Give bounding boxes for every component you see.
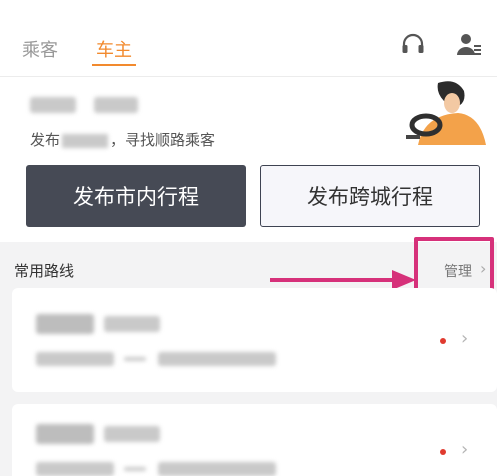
hero-subtitle: 发布 ，寻找顺路乘客 bbox=[30, 129, 215, 150]
redacted-route-from bbox=[36, 462, 114, 476]
new-indicator-dot bbox=[440, 338, 446, 344]
hero-subtitle-prefix: 发布 bbox=[30, 131, 61, 149]
redacted-route-to bbox=[158, 352, 276, 366]
redacted-route-time bbox=[36, 314, 94, 334]
chevron-right-icon: › bbox=[461, 439, 469, 460]
redacted-greeting-2 bbox=[94, 97, 138, 113]
hero-subtitle-suffix: ，寻找顺路乘客 bbox=[110, 131, 216, 149]
route-card[interactable]: › bbox=[12, 288, 497, 392]
redacted-route-from bbox=[36, 352, 114, 366]
chevron-right-icon: › bbox=[461, 328, 469, 349]
headset-icon[interactable] bbox=[400, 32, 426, 58]
redacted-route-separator bbox=[124, 467, 146, 471]
route-card[interactable]: › bbox=[12, 404, 497, 476]
redacted-route-to bbox=[158, 462, 276, 476]
tab-driver[interactable]: 车主 bbox=[96, 36, 132, 62]
redacted-route-tag bbox=[104, 316, 160, 332]
publish-city-trip-button[interactable]: 发布市内行程 bbox=[26, 165, 246, 227]
frequent-routes-title: 常用路线 bbox=[14, 262, 75, 280]
redacted-route-tag bbox=[104, 426, 160, 442]
redacted-text bbox=[62, 133, 109, 148]
driver-hero: 发布 ，寻找顺路乘客 发布市内行程 发布跨城行程 bbox=[0, 76, 497, 242]
redacted-route-time bbox=[36, 424, 94, 444]
redacted-greeting bbox=[30, 97, 76, 113]
tab-passenger[interactable]: 乘客 bbox=[22, 36, 58, 62]
active-tab-indicator bbox=[92, 64, 136, 66]
profile-icon[interactable] bbox=[456, 32, 482, 58]
driver-illustration bbox=[406, 81, 486, 145]
publish-intercity-trip-button[interactable]: 发布跨城行程 bbox=[260, 165, 480, 227]
top-bar: 乘客 车主 bbox=[0, 0, 497, 76]
new-indicator-dot bbox=[440, 449, 446, 455]
redacted-route-separator bbox=[124, 357, 146, 361]
